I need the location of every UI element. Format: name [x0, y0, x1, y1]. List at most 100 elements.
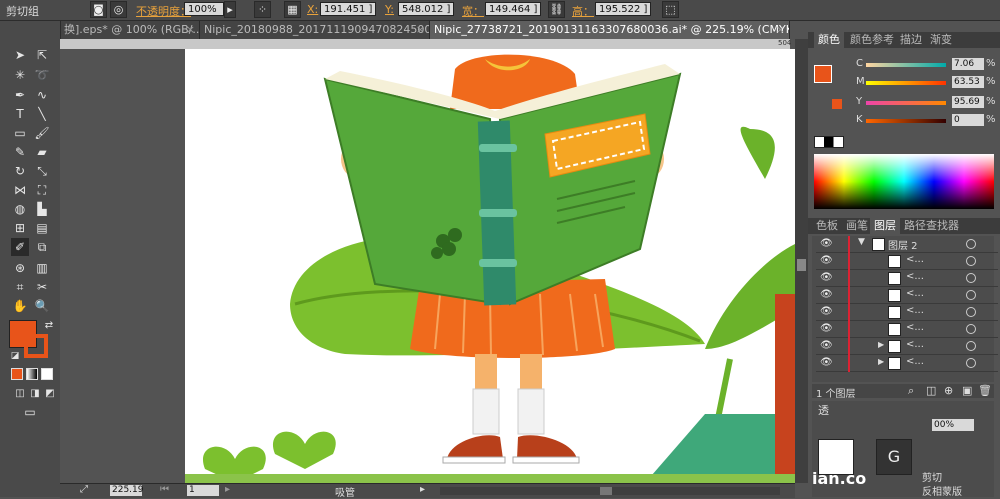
sublayer-name[interactable]: <... — [906, 322, 924, 333]
artboard-nav-icon[interactable]: ⤢ — [80, 484, 88, 495]
perspective-grid-tool-icon[interactable]: ▙ — [33, 200, 51, 218]
artboard[interactable] — [185, 49, 795, 483]
expand-arrow-icon[interactable]: ▼ — [858, 237, 865, 247]
recolor-icon[interactable]: ◎ — [110, 1, 127, 18]
visibility-eye-icon[interactable]: 👁 — [820, 255, 833, 266]
height-input[interactable]: 195.522 ] — [595, 2, 651, 16]
align-icon[interactable]: ⁘ — [254, 1, 271, 18]
close-icon[interactable]: × — [416, 21, 425, 39]
shape-builder-tool-icon[interactable]: ◍ — [11, 200, 29, 218]
transparency-tab[interactable]: 透 — [818, 402, 829, 418]
width-input[interactable]: 149.464 ] — [485, 2, 541, 16]
visibility-eye-icon[interactable]: 👁 — [820, 357, 833, 368]
sublayer-row[interactable]: 👁 <... — [816, 304, 998, 321]
target-circle-icon[interactable] — [966, 358, 976, 368]
x-input[interactable]: 191.451 ] — [320, 2, 376, 16]
reference-point-icon[interactable]: ▦ — [284, 1, 301, 18]
vertical-scrollbar[interactable] — [795, 39, 808, 483]
sublayer-name[interactable]: <... — [906, 305, 924, 316]
sublayer-row[interactable]: 👁 <... — [816, 287, 998, 304]
isolate-group-icon[interactable]: ◙ — [90, 1, 107, 18]
cyan-slider[interactable]: C 7.06 % — [856, 58, 996, 72]
zoom-input[interactable]: 225.19 — [110, 485, 144, 496]
expand-arrow-icon[interactable]: ▶ — [878, 340, 884, 349]
scrollbar-thumb[interactable] — [797, 259, 806, 271]
sublayer-name[interactable]: <... — [906, 254, 924, 265]
none-white-black-swatches[interactable] — [814, 136, 844, 148]
panel-fill-swatch[interactable] — [814, 65, 832, 83]
sublayer-name[interactable]: <... — [906, 339, 924, 350]
yellow-slider[interactable]: Y 95.69 % — [856, 96, 996, 110]
width-tool-icon[interactable]: ⋈ — [11, 181, 29, 199]
artwork-illustration[interactable] — [185, 49, 795, 483]
transparency-opacity-input[interactable]: 00% — [932, 419, 974, 431]
type-tool-icon[interactable]: T — [11, 105, 29, 123]
tab-color-guide[interactable]: 颜色参考 — [846, 32, 898, 48]
visibility-eye-icon[interactable]: 👁 — [820, 238, 833, 249]
swap-colors-icon[interactable]: ⇄ — [40, 317, 58, 335]
mask-thumbnail[interactable]: G — [876, 439, 912, 475]
sublayer-name[interactable]: <... — [906, 356, 924, 367]
none-mode-icon[interactable] — [41, 368, 53, 380]
locate-object-icon[interactable]: ⌕ — [908, 384, 914, 398]
rectangle-tool-icon[interactable]: ▭ — [11, 124, 29, 142]
scale-tool-icon[interactable]: ⤡ — [33, 162, 51, 180]
column-graph-tool-icon[interactable]: ▥ — [33, 259, 51, 277]
curvature-tool-icon[interactable]: ∿ — [33, 86, 51, 104]
out-of-gamut-swatch[interactable] — [832, 99, 842, 109]
opacity-input[interactable]: 100% — [184, 2, 224, 16]
slice-tool-icon[interactable]: ✂ — [33, 278, 51, 296]
sublayer-name[interactable]: <... — [906, 288, 924, 299]
tab-swatches[interactable]: 色板 — [812, 218, 842, 234]
status-menu-icon[interactable]: ▸ — [420, 484, 425, 495]
draw-inside-icon[interactable]: ◩ — [41, 385, 59, 403]
target-circle-icon[interactable] — [966, 256, 976, 266]
magenta-slider[interactable]: M 63.53 % — [856, 76, 996, 90]
target-circle-icon[interactable] — [966, 324, 976, 334]
target-circle-icon[interactable] — [966, 273, 976, 283]
close-icon[interactable]: × — [776, 21, 785, 39]
opacity-label[interactable]: 不透明度： — [136, 3, 191, 19]
default-colors-icon[interactable]: ◪ — [6, 347, 24, 365]
make-clipping-mask-icon[interactable]: ◫ — [926, 384, 936, 397]
visibility-eye-icon[interactable]: 👁 — [820, 323, 833, 334]
tab-brushes[interactable]: 画笔 — [842, 218, 872, 234]
scrollbar-thumb[interactable] — [600, 487, 612, 495]
canvas-area[interactable] — [60, 49, 795, 483]
black-slider[interactable]: K 0 % — [856, 114, 996, 128]
tab-stroke[interactable]: 描边 — [896, 32, 926, 48]
sublayer-row[interactable]: 👁 <... — [816, 270, 998, 287]
invert-mask-label[interactable]: 反相蒙版 — [922, 483, 962, 498]
pencil-tool-icon[interactable]: ✎ — [11, 143, 29, 161]
target-circle-icon[interactable] — [966, 290, 976, 300]
layer-row-top[interactable]: 👁 ▼ 图层 2 — [816, 236, 998, 253]
transform-icon[interactable]: ⬚ — [662, 1, 679, 18]
color-spectrum[interactable] — [814, 154, 994, 209]
tab-pathfinder[interactable]: 路径查找器 — [900, 218, 963, 234]
blend-tool-icon[interactable]: ⧉ — [33, 238, 51, 256]
sublayer-row[interactable]: 👁 ▶ <... — [816, 355, 998, 372]
tab-layers[interactable]: 图层 — [870, 218, 900, 234]
first-page-icon[interactable]: ⏮ — [160, 484, 169, 495]
tab-document-1[interactable]: 换].eps* @ 100% (RGB/... × — [60, 21, 200, 39]
sublayer-row[interactable]: 👁 <... — [816, 321, 998, 338]
target-circle-icon[interactable] — [966, 239, 976, 249]
free-transform-tool-icon[interactable]: ⛶ — [33, 181, 51, 199]
target-circle-icon[interactable] — [966, 307, 976, 317]
hand-tool-icon[interactable]: ✋ — [11, 297, 29, 315]
visibility-eye-icon[interactable]: 👁 — [820, 272, 833, 283]
close-icon[interactable]: × — [186, 21, 195, 39]
pen-tool-icon[interactable]: ✒ — [11, 86, 29, 104]
tab-gradient[interactable]: 渐变 — [926, 32, 956, 48]
eyedropper-tool-icon[interactable]: ✐ — [11, 238, 29, 256]
y-input[interactable]: 548.012 ] — [398, 2, 454, 16]
horizontal-scrollbar[interactable] — [440, 487, 780, 495]
expand-arrow-icon[interactable]: ▶ — [878, 357, 884, 366]
tab-document-3[interactable]: Nipic_27738721_20190131163307680036.ai* … — [430, 21, 790, 39]
visibility-eye-icon[interactable]: 👁 — [820, 306, 833, 317]
mesh-tool-icon[interactable]: ⊞ — [11, 219, 29, 237]
stroke-color-swatch[interactable] — [24, 334, 48, 358]
magic-wand-tool-icon[interactable]: ✳ — [11, 66, 29, 84]
new-sublayer-icon[interactable]: ⊕ — [944, 384, 953, 397]
tab-document-2[interactable]: Nipic_20180988_20171119094708245000.ai* … — [200, 21, 430, 39]
